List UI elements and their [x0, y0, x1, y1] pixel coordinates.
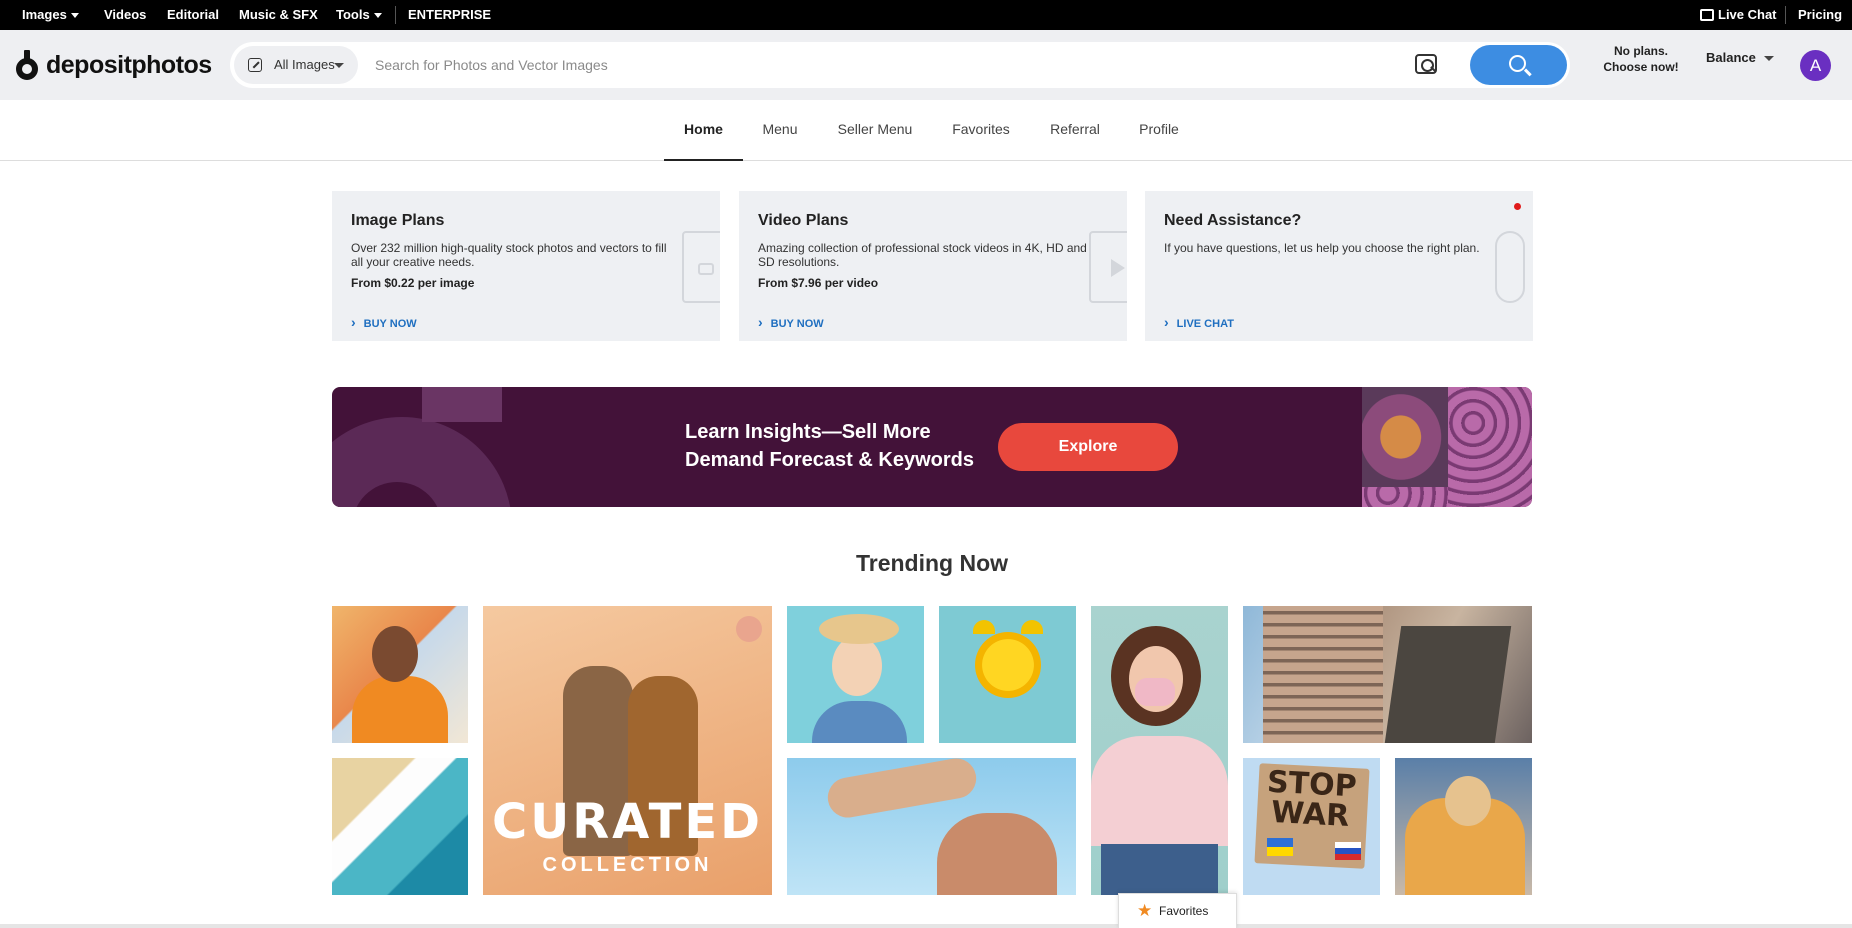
trending-photo-father-son[interactable] [787, 758, 1076, 895]
top-nav-bar: Images Videos Editorial Music & SFX Tool… [0, 0, 1852, 30]
card-title: Image Plans [351, 212, 445, 229]
logo-text: depositphotos [46, 50, 212, 79]
banner-photo-croissants [1362, 387, 1448, 487]
tab-referral[interactable]: Referral [1041, 100, 1109, 161]
trending-photo-beach-aerial[interactable] [332, 758, 468, 895]
search-scope-dropdown[interactable]: All Images [234, 46, 358, 84]
search-scope-label: All Images [274, 57, 335, 72]
curated-title: CURATED [492, 794, 763, 850]
topnav-editorial[interactable]: Editorial [167, 0, 219, 30]
notification-dot [1514, 203, 1521, 210]
buy-videos-link[interactable]: BUY NOW [758, 314, 824, 330]
pricing-link[interactable]: Pricing [1798, 0, 1842, 30]
search-input[interactable] [375, 50, 1235, 80]
topnav-divider [1785, 6, 1786, 24]
account-tabs: Home Menu Seller Menu Favorites Referral… [0, 100, 1852, 161]
explore-button[interactable]: Explore [998, 423, 1178, 471]
curated-collection-tile[interactable]: CURATED COLLECTION [483, 606, 772, 895]
chevron-down-icon [1763, 56, 1774, 62]
trending-title: Trending Now [855, 550, 1009, 576]
trending-photo-lemon-clock[interactable] [939, 606, 1076, 743]
trending-photo-mother-child[interactable] [1395, 758, 1532, 895]
card-title: Video Plans [758, 212, 849, 229]
topnav-tools[interactable]: Tools [336, 0, 382, 30]
image-plans-card: Image Plans Over 232 million high-qualit… [332, 191, 720, 341]
sign-text: STOP WAR [1266, 764, 1358, 834]
banner-headline: Learn Insights—Sell More [685, 421, 931, 443]
search-button[interactable] [1470, 45, 1567, 85]
tab-favorites[interactable]: Favorites [943, 100, 1019, 161]
caret-down-icon [70, 13, 79, 19]
banner-decoration [422, 387, 502, 422]
balance-dropdown[interactable]: Balance [1706, 50, 1774, 65]
avatar[interactable]: A [1800, 50, 1831, 81]
chevron-down-icon [334, 63, 344, 68]
trending-photo-damaged-building[interactable] [1243, 606, 1532, 743]
curated-subtitle: COLLECTION [542, 854, 713, 876]
no-plans-link[interactable]: No plans. Choose now! [1596, 43, 1686, 75]
banner-subheadline: Demand Forecast & Keywords [685, 449, 974, 471]
card-price: From $7.96 per video [758, 276, 879, 290]
header: depositphotos All Images No plans. Choos… [0, 30, 1852, 100]
tab-seller-menu[interactable]: Seller Menu [828, 100, 922, 161]
card-title: Need Assistance? [1164, 212, 1302, 229]
search-bar: All Images [230, 42, 1570, 88]
phone-icon [1495, 231, 1525, 303]
tab-profile[interactable]: Profile [1130, 100, 1188, 161]
ukraine-flag [1267, 838, 1293, 856]
tab-home[interactable]: Home [664, 100, 743, 161]
tab-menu[interactable]: Menu [753, 100, 807, 161]
video-plans-card: Video Plans Amazing collection of profes… [739, 191, 1127, 341]
caret-down-icon [373, 13, 382, 19]
card-description: If you have questions, let us help you c… [1164, 241, 1480, 255]
topnav-images[interactable]: Images [22, 0, 79, 30]
insights-banner: Learn Insights—Sell More Demand Forecast… [332, 387, 1532, 507]
topnav-enterprise[interactable]: ENTERPRISE [408, 0, 491, 30]
search-icon [1509, 55, 1526, 72]
card-description: Over 232 million high-quality stock phot… [351, 241, 667, 269]
image-type-icon [248, 58, 262, 72]
visual-search-camera-icon[interactable] [1415, 54, 1437, 74]
crown-badge-icon [736, 616, 762, 642]
film-icon [1089, 231, 1127, 303]
topnav-divider [395, 6, 396, 24]
card-description: Amazing collection of professional stock… [758, 241, 1087, 269]
trending-photo-stop-war-sign[interactable]: STOP WAR [1243, 758, 1380, 895]
trending-photo-woman-mask[interactable] [1091, 606, 1228, 895]
trending-photo-woman-hat[interactable] [787, 606, 924, 743]
live-chat-card-link[interactable]: LIVE CHAT [1164, 314, 1234, 330]
live-chat-link[interactable]: Live Chat [1700, 0, 1777, 30]
chat-bubble-icon [1700, 8, 1714, 21]
topnav-music-sfx[interactable]: Music & SFX [239, 0, 318, 30]
image-frame-icon [682, 231, 720, 303]
banner-photo-pattern [1448, 387, 1532, 507]
banner-photo-pattern [1362, 487, 1448, 507]
topnav-videos[interactable]: Videos [104, 0, 146, 30]
favorites-floating-button[interactable]: ★ Favorites [1118, 893, 1237, 928]
trending-photo-woman-camera[interactable] [332, 606, 468, 743]
logo-mark-icon [16, 50, 40, 80]
russia-flag [1335, 842, 1361, 860]
page-bottom-divider [0, 924, 1852, 928]
card-price: From $0.22 per image [351, 276, 475, 290]
buy-images-link[interactable]: BUY NOW [351, 314, 417, 330]
logo[interactable]: depositphotos [16, 50, 212, 80]
assistance-card: Need Assistance? If you have questions, … [1145, 191, 1533, 341]
star-icon: ★ [1137, 901, 1153, 920]
